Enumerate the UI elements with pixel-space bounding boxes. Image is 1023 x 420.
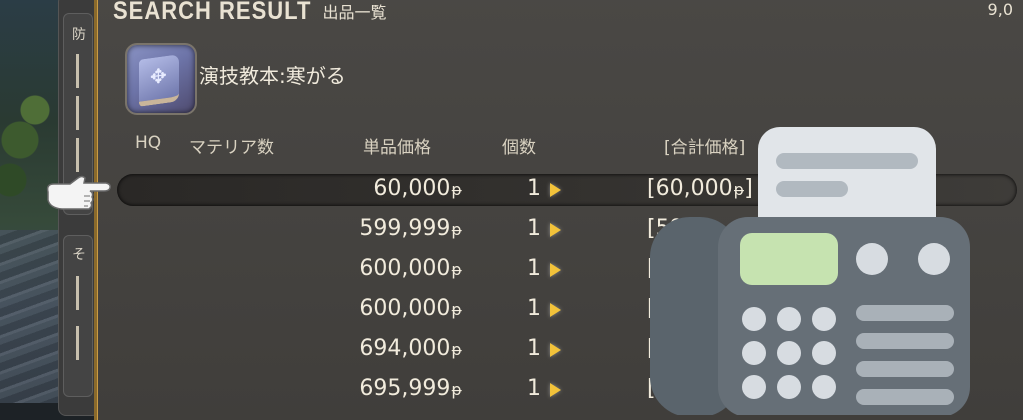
unit-price: 599,999ᵽ bbox=[359, 216, 462, 241]
category-divider bbox=[76, 96, 79, 130]
category-divider bbox=[76, 138, 79, 172]
window-title: SEARCH RESULT 出品一覧 bbox=[113, 0, 387, 25]
unit-price: 600,000ᵽ bbox=[359, 256, 462, 281]
category-divider bbox=[76, 326, 79, 360]
gil-symbol: ᵽ bbox=[451, 340, 462, 359]
arrow-right-icon[interactable] bbox=[550, 223, 561, 237]
category-divider bbox=[76, 54, 79, 88]
fax-machine-icon bbox=[650, 127, 970, 415]
column-header-unit-price[interactable]: 単品価格 bbox=[363, 133, 431, 158]
arrow-right-icon[interactable] bbox=[550, 263, 561, 277]
arrow-right-icon[interactable] bbox=[550, 383, 561, 397]
category-group-bottom[interactable]: そ bbox=[63, 235, 93, 397]
unit-price: 695,999ᵽ bbox=[359, 376, 462, 401]
window-title-en: SEARCH RESULT bbox=[113, 0, 312, 25]
top-right-value: 9,0 bbox=[987, 0, 1013, 19]
column-header-quantity[interactable]: 個数 bbox=[502, 133, 536, 158]
arrow-right-icon[interactable] bbox=[550, 343, 561, 357]
category-label-top: 防 bbox=[72, 27, 86, 43]
gil-symbol: ᵽ bbox=[451, 180, 462, 199]
gil-symbol: ᵽ bbox=[451, 220, 462, 239]
item-name: 演技教本:寒がる bbox=[199, 64, 346, 88]
pointer-hand-icon bbox=[46, 175, 111, 210]
quantity: 1 bbox=[527, 376, 541, 401]
book-icon[interactable] bbox=[125, 43, 197, 115]
quantity: 1 bbox=[527, 176, 541, 201]
quantity: 1 bbox=[527, 216, 541, 241]
column-header-materia[interactable]: マテリア数 bbox=[189, 133, 274, 158]
unit-price: 600,000ᵽ bbox=[359, 296, 462, 321]
gil-symbol: ᵽ bbox=[451, 260, 462, 279]
quantity: 1 bbox=[527, 336, 541, 361]
quantity: 1 bbox=[527, 256, 541, 281]
window-title-jp: 出品一覧 bbox=[322, 3, 387, 22]
unit-price: 694,000ᵽ bbox=[359, 336, 462, 361]
category-divider bbox=[76, 276, 79, 310]
gil-symbol: ᵽ bbox=[451, 300, 462, 319]
quantity: 1 bbox=[527, 296, 541, 321]
arrow-right-icon[interactable] bbox=[550, 303, 561, 317]
gil-symbol: ᵽ bbox=[451, 380, 462, 399]
unit-price: 60,000ᵽ bbox=[373, 176, 462, 201]
arrow-right-icon[interactable] bbox=[550, 183, 561, 197]
category-label-bottom: そ bbox=[72, 247, 86, 263]
column-header-hq[interactable]: HQ bbox=[135, 133, 161, 153]
